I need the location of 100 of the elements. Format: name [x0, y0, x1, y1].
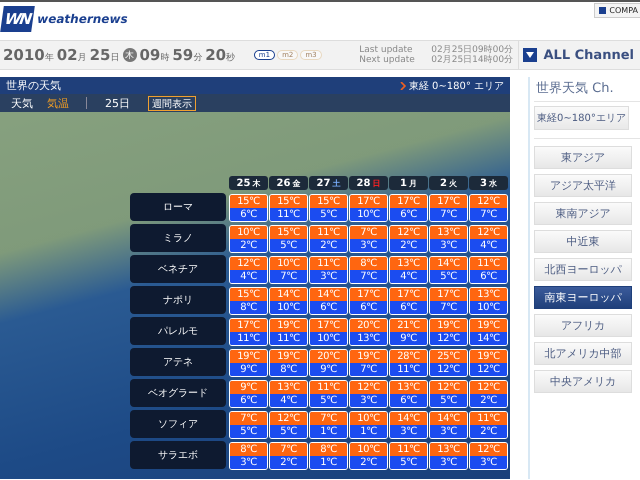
region-button[interactable]: 東南アジア [534, 202, 632, 225]
low-temp: 7℃ [430, 301, 467, 314]
day-header: 26 金 [269, 176, 308, 190]
region-button[interactable]: アフリカ [534, 314, 632, 337]
low-temp: 3℃ [390, 425, 427, 438]
city-label: ローマ [130, 193, 226, 221]
tab[interactable]: 気温 [42, 96, 74, 110]
low-temp: 5℃ [310, 208, 347, 221]
high-temp: 15℃ [310, 195, 347, 208]
city-label: ソフィア [130, 410, 226, 438]
day-header: 3 水 [469, 176, 508, 190]
low-temp: 5℃ [230, 425, 267, 438]
low-temp: 5℃ [390, 456, 427, 469]
area-link[interactable]: 東経 0~180° エリア [400, 78, 504, 92]
city-label: ベネチア [130, 255, 226, 283]
low-temp: 9℃ [230, 363, 267, 376]
high-temp: 14℃ [430, 257, 467, 270]
low-temp: 11℃ [230, 332, 267, 345]
square-icon [599, 7, 606, 14]
low-temp: 9℃ [310, 363, 347, 376]
low-temp: 1℃ [310, 456, 347, 469]
low-temp: 1℃ [350, 425, 387, 438]
week-view-button[interactable]: 週間表示 [148, 96, 196, 110]
low-temp: 10℃ [350, 208, 387, 221]
low-temp: 12℃ [470, 363, 507, 376]
city-label: パレルモ [130, 317, 226, 345]
low-temp: 2℃ [470, 394, 507, 407]
low-temp: 2℃ [350, 456, 387, 469]
low-temp: 6℃ [390, 394, 427, 407]
city-label: ナポリ [130, 286, 226, 314]
logo-mark[interactable]: WN [0, 6, 35, 32]
low-temp: 7℃ [270, 270, 307, 283]
day-header: 25 木 [229, 176, 268, 190]
high-temp: 10℃ [270, 257, 307, 270]
region-button[interactable]: 北アメリカ中部 [534, 342, 632, 365]
low-temp: 6℃ [230, 394, 267, 407]
high-temp: 8℃ [230, 443, 267, 456]
tab[interactable]: 天気 [6, 96, 38, 110]
high-temp: 17℃ [430, 288, 467, 301]
day-header: 27 土 [309, 176, 348, 190]
low-temp: 3℃ [230, 456, 267, 469]
high-temp: 11℃ [390, 443, 427, 456]
logo-text[interactable]: weathernews [37, 12, 128, 26]
low-temp: 1℃ [310, 425, 347, 438]
low-temp: 5℃ [430, 394, 467, 407]
high-temp: 11℃ [310, 257, 347, 270]
low-temp: 4℃ [230, 270, 267, 283]
sidebar-title: 世界天気 Ch. [534, 77, 640, 102]
date-part: 2010年 [3, 46, 54, 64]
high-temp: 20℃ [350, 319, 387, 332]
low-temp: 6℃ [230, 208, 267, 221]
update-time: 02月25日14時00分 [431, 55, 514, 65]
low-temp: 8℃ [230, 301, 267, 314]
low-temp: 3℃ [430, 239, 467, 252]
low-temp: 3℃ [470, 456, 507, 469]
high-temp: 7℃ [230, 412, 267, 425]
area-button[interactable]: 東経0~180°エリア [534, 106, 629, 130]
date-part: 59分 [172, 46, 202, 64]
low-temp: 10℃ [270, 301, 307, 314]
day-header: 2 火 [429, 176, 468, 190]
high-temp: 8℃ [350, 257, 387, 270]
low-temp: 6℃ [470, 270, 507, 283]
region-button[interactable]: 中央アメリカ [534, 370, 632, 393]
region-button[interactable]: 南東ヨーロッパ [534, 286, 632, 309]
high-temp: 17℃ [390, 288, 427, 301]
corner-button[interactable]: COMPA [594, 3, 640, 18]
high-temp: 7℃ [310, 412, 347, 425]
region-button[interactable]: アジア太平洋 [534, 174, 632, 197]
high-temp: 15℃ [230, 195, 267, 208]
low-temp: 14℃ [470, 332, 507, 345]
high-temp: 17℃ [430, 195, 467, 208]
region-button[interactable]: 東アジア [534, 146, 632, 169]
high-temp: 19℃ [470, 319, 507, 332]
day-label: 25日 [105, 96, 130, 110]
low-temp: 3℃ [310, 270, 347, 283]
region-button[interactable]: 中近東 [534, 230, 632, 253]
high-temp: 19℃ [470, 350, 507, 363]
high-temp: 17℃ [350, 288, 387, 301]
update-label: Next update [359, 55, 416, 65]
low-temp: 7℃ [430, 208, 467, 221]
low-temp: 4℃ [270, 394, 307, 407]
date-part: 25 日 [90, 46, 120, 64]
high-temp: 19℃ [350, 350, 387, 363]
high-temp: 10℃ [350, 443, 387, 456]
region-button[interactable]: 北西ヨーロッパ [534, 258, 632, 281]
low-temp: 11℃ [390, 363, 427, 376]
low-temp: 9℃ [390, 332, 427, 345]
high-temp: 14℃ [390, 412, 427, 425]
high-temp: 17℃ [390, 195, 427, 208]
high-temp: 14℃ [430, 412, 467, 425]
low-temp: 3℃ [350, 239, 387, 252]
low-temp: 6℃ [390, 301, 427, 314]
high-temp: 12℃ [230, 257, 267, 270]
low-temp: 2℃ [310, 239, 347, 252]
high-temp: 13℃ [430, 226, 467, 239]
high-temp: 19℃ [270, 350, 307, 363]
low-temp: 2℃ [470, 425, 507, 438]
low-temp: 3℃ [430, 456, 467, 469]
low-temp: 4℃ [470, 239, 507, 252]
high-temp: 12℃ [430, 381, 467, 394]
